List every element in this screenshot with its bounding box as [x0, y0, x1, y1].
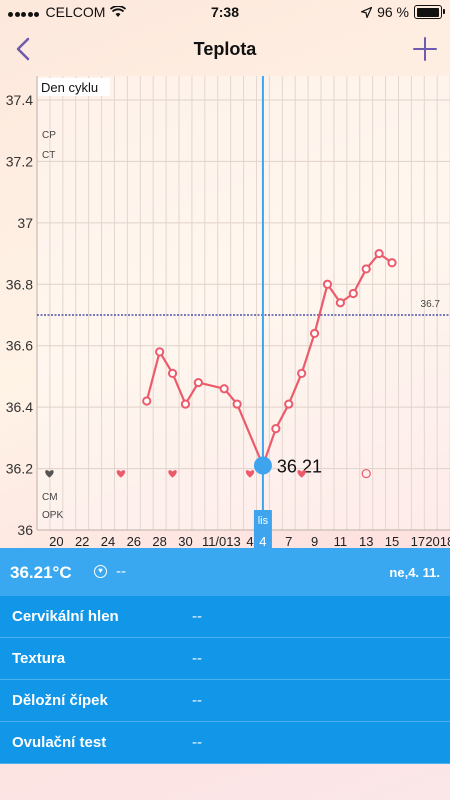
- x-tick-label: 30: [178, 534, 192, 548]
- x-tick-label: 24: [101, 534, 115, 548]
- selected-day-number: 4: [259, 534, 266, 548]
- page-title: Teplota: [193, 39, 257, 59]
- header-note: --: [116, 563, 126, 580]
- row-label: CP: [42, 130, 56, 141]
- detail-header[interactable]: 36.21°C ♥ -- ne,4. 11.: [0, 548, 450, 596]
- x-tick-label: 2018: [425, 534, 450, 548]
- row-value: --: [192, 650, 202, 667]
- row-label: Ovulační test: [12, 734, 107, 751]
- temperature-chart[interactable]: 37.437.23736.836.636.436.236Den cykluCPC…: [0, 76, 450, 548]
- x-tick-label: 11: [334, 534, 348, 548]
- row-cervical-mucus[interactable]: Cervikální hlen --: [0, 596, 450, 638]
- data-point: [284, 399, 294, 409]
- x-tick-label: 9: [311, 534, 318, 548]
- status-bar: CELCOM 7:38 96 %: [0, 0, 450, 24]
- row-value: --: [192, 692, 202, 709]
- y-tick-label: 36.4: [6, 399, 33, 415]
- data-point: [193, 377, 203, 388]
- data-point: [348, 288, 358, 299]
- x-tick-label: 7: [285, 534, 292, 548]
- x-tick-label: 28: [152, 534, 166, 548]
- data-point: [322, 279, 333, 289]
- row-texture[interactable]: Textura --: [0, 638, 450, 680]
- data-point: [142, 396, 152, 406]
- x-tick-label: 4: [246, 534, 253, 548]
- x-tick-label: 3: [233, 534, 240, 548]
- coverline-label: 36.7: [421, 299, 441, 310]
- row-label: CT: [42, 150, 55, 161]
- row-label: Cervikální hlen: [12, 608, 119, 625]
- x-tick-label: 13: [359, 534, 373, 548]
- y-tick-label: 37.2: [6, 153, 33, 169]
- y-tick-label: 37.4: [6, 92, 33, 108]
- data-point: [219, 384, 229, 394]
- data-point: [180, 399, 191, 409]
- y-tick-label: 36.6: [6, 338, 33, 354]
- x-axis-label: Den cyklu: [41, 80, 98, 95]
- x-tick-label: 15: [385, 534, 399, 548]
- selected-date: ne,4. 11.: [389, 565, 440, 580]
- battery-percent: 96 %: [377, 4, 409, 20]
- add-button[interactable]: [412, 36, 438, 62]
- selected-data-point: [253, 456, 272, 475]
- x-tick-label: 20: [49, 534, 63, 548]
- selected-temperature: 36.21°C: [10, 563, 72, 582]
- battery-icon: [414, 5, 445, 19]
- detail-panel: 36.21°C ♥ -- ne,4. 11. Cervikální hlen -…: [0, 548, 450, 764]
- data-point: [167, 368, 178, 378]
- data-point: [232, 399, 242, 409]
- data-point: [297, 368, 307, 378]
- x-tick-label: 22: [75, 534, 89, 548]
- row-label: Děložní čípek: [12, 692, 108, 709]
- x-tick-label: 11/01: [202, 534, 234, 548]
- row-label: CM: [42, 492, 58, 503]
- y-tick-label: 36: [17, 522, 33, 538]
- data-point: [335, 298, 345, 308]
- data-point: [387, 258, 397, 268]
- nav-bar: Teplota: [0, 24, 450, 76]
- data-point: [155, 347, 165, 357]
- row-value: --: [192, 734, 202, 751]
- data-point: [361, 264, 371, 274]
- data-point: [271, 424, 281, 434]
- heart-circle-icon[interactable]: ♥: [94, 565, 107, 578]
- row-value: --: [192, 608, 202, 625]
- row-ovulation-test[interactable]: Ovulační test --: [0, 722, 450, 764]
- row-cervix[interactable]: Děložní čípek --: [0, 680, 450, 722]
- row-label: Textura: [12, 650, 66, 667]
- y-tick-label: 36.8: [6, 276, 33, 292]
- y-tick-label: 36.2: [6, 461, 33, 477]
- data-point: [309, 328, 320, 339]
- y-tick-label: 37: [17, 215, 33, 231]
- x-tick-label: 26: [127, 534, 141, 548]
- data-point: [374, 248, 384, 259]
- location-icon: [361, 6, 373, 18]
- x-tick-label: 17: [411, 534, 425, 548]
- selected-day-month: lis: [258, 515, 269, 527]
- row-label: OPK: [42, 510, 63, 521]
